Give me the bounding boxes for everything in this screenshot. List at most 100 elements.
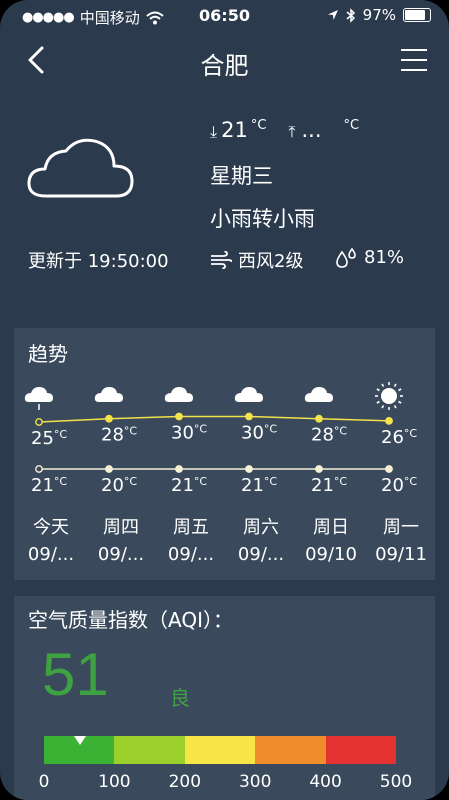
low-temp-label: 21°C (311, 475, 347, 496)
trend-day-name: 今天 (33, 517, 69, 538)
sun-ray (376, 400, 380, 404)
high-temp-label: 30°C (171, 423, 207, 444)
high-temp-unit: °C (334, 425, 348, 438)
sun-ray (393, 383, 397, 387)
trend-day-column: 周四 09/... (86, 514, 156, 568)
low-temp-point (175, 465, 183, 473)
high-temp-label: 30°C (241, 423, 277, 444)
cloud-icon (94, 387, 123, 402)
aqi-scale-segment (114, 736, 185, 764)
aqi-tick-label: 100 (98, 772, 131, 792)
cloud-icon (164, 387, 193, 402)
high-temp-point (175, 412, 183, 421)
temperature-range: ⤓ 21 °C ⤒ ... °C (210, 118, 359, 142)
cloud-icon (304, 387, 333, 402)
aqi-tick-label: 400 (309, 772, 342, 792)
humidity-info: 81% (336, 247, 404, 268)
high-temp-unit: °C (124, 425, 138, 438)
trend-day-date: 09/10 (305, 544, 357, 565)
cloud-shape (164, 387, 193, 402)
trend-day-name: 周四 (103, 517, 139, 538)
menu-icon[interactable] (401, 49, 427, 71)
low-temp-label: 21°C (171, 475, 207, 496)
sun-ray (376, 388, 380, 392)
cloud-icon (27, 138, 134, 198)
trend-day-date: 09/11 (375, 544, 427, 565)
trend-day-column: 周六 09/... (226, 514, 296, 568)
aqi-value: 51 (42, 641, 109, 708)
aqi-tick-label: 500 (379, 772, 413, 792)
sun-ray (398, 388, 402, 392)
status-bar: ●●●●● 中国移动 06:50 97% (0, 0, 449, 32)
trend-day-column: 周日 09/10 (296, 514, 366, 568)
sun-core (381, 388, 397, 404)
bluetooth-icon (346, 7, 355, 23)
high-temp-unit: °C (264, 423, 278, 436)
aqi-scale-segment (255, 736, 326, 764)
low-temp-point (35, 465, 43, 473)
city-title: 合肥 (200, 52, 249, 80)
wind-info: 西风2级 (210, 247, 303, 273)
cloud-icon (234, 387, 263, 402)
cloud-shape (24, 387, 53, 402)
trend-day-name: 周一 (383, 517, 419, 538)
battery-icon (403, 8, 431, 22)
low-temp-label: 21°C (31, 475, 67, 496)
low-temp-unit: °C (264, 475, 278, 488)
weekday-label: 星期三 (210, 164, 273, 188)
weather-description: 小雨转小雨 (210, 207, 315, 231)
trend-day-date: 09/... (237, 544, 285, 565)
aqi-tick-label: 0 (38, 772, 50, 792)
high-temp-unit: °C (54, 428, 68, 441)
wind-icon (211, 251, 232, 269)
high-temp-point (245, 412, 253, 421)
low-temp-unit: °C (250, 118, 267, 133)
high-temp-arrow-icon: ⤒ (288, 122, 296, 141)
low-temp-label: 20°C (381, 475, 417, 496)
low-temp-unit: °C (404, 475, 418, 488)
sun-ray (393, 405, 397, 409)
sun-icon (375, 382, 403, 410)
trend-day-name: 周日 (313, 517, 349, 538)
trend-day-date: 09/... (27, 544, 75, 565)
trend-day-name: 周六 (243, 517, 279, 538)
update-time: 更新于 19:50:00 (28, 251, 169, 272)
aqi-scale-bar (44, 736, 397, 764)
humidity-drops-icon (336, 247, 356, 268)
low-temp-point (315, 465, 323, 473)
low-temp-label: 20°C (101, 475, 137, 496)
light-rain-cloud-icon (24, 387, 53, 410)
wind-label: 西风2级 (238, 251, 304, 272)
humidity-label: 81% (364, 247, 405, 268)
low-temp-point (245, 465, 253, 473)
aqi-tick-label: 200 (168, 772, 202, 792)
high-temp-label: 28°C (311, 425, 347, 446)
trend-day-column: 周一 09/11 (366, 514, 436, 568)
aqi-tick-label: 300 (238, 772, 272, 792)
low-temp-point (385, 465, 393, 473)
sun-ray (381, 405, 385, 409)
high-temp-point (35, 418, 43, 426)
trend-day-column: 今天 09/... (16, 514, 86, 568)
low-temp-unit: °C (334, 475, 348, 488)
aqi-scale-segment (184, 736, 256, 764)
high-temp-label: 25°C (31, 428, 67, 449)
high-temp: ... (301, 118, 322, 142)
low-temp-point (105, 465, 113, 473)
low-temp-label: 21°C (241, 475, 277, 496)
high-temp-label: 28°C (101, 425, 137, 446)
low-temp-unit: °C (54, 475, 68, 488)
high-temp-line (38, 415, 390, 423)
phone-screen: ●●●●● 中国移动 06:50 97% 合肥 ⤓ 21 °C ⤒ ... °C… (0, 0, 449, 800)
low-temp-arrow-icon: ⤓ (210, 122, 218, 141)
high-temp-point (385, 417, 393, 425)
trend-day-date: 09/... (167, 544, 215, 565)
low-temp-unit: °C (194, 475, 208, 488)
high-temp-unit: °C (404, 427, 418, 440)
trend-chart: 25°C 21°C 28°C 20°C 30°C 21°C 30°C 21°C 28°C 21°C… (24, 382, 418, 496)
cloud-shape (304, 387, 333, 402)
high-temp-unit: °C (343, 118, 360, 133)
trend-panel: 趋势 25°C 21°C 28°C 20°C 30°C 21°C 30°C 21°C 28°C 2… (14, 328, 435, 580)
sun-ray (381, 383, 385, 387)
trend-day-name: 周五 (173, 517, 209, 538)
